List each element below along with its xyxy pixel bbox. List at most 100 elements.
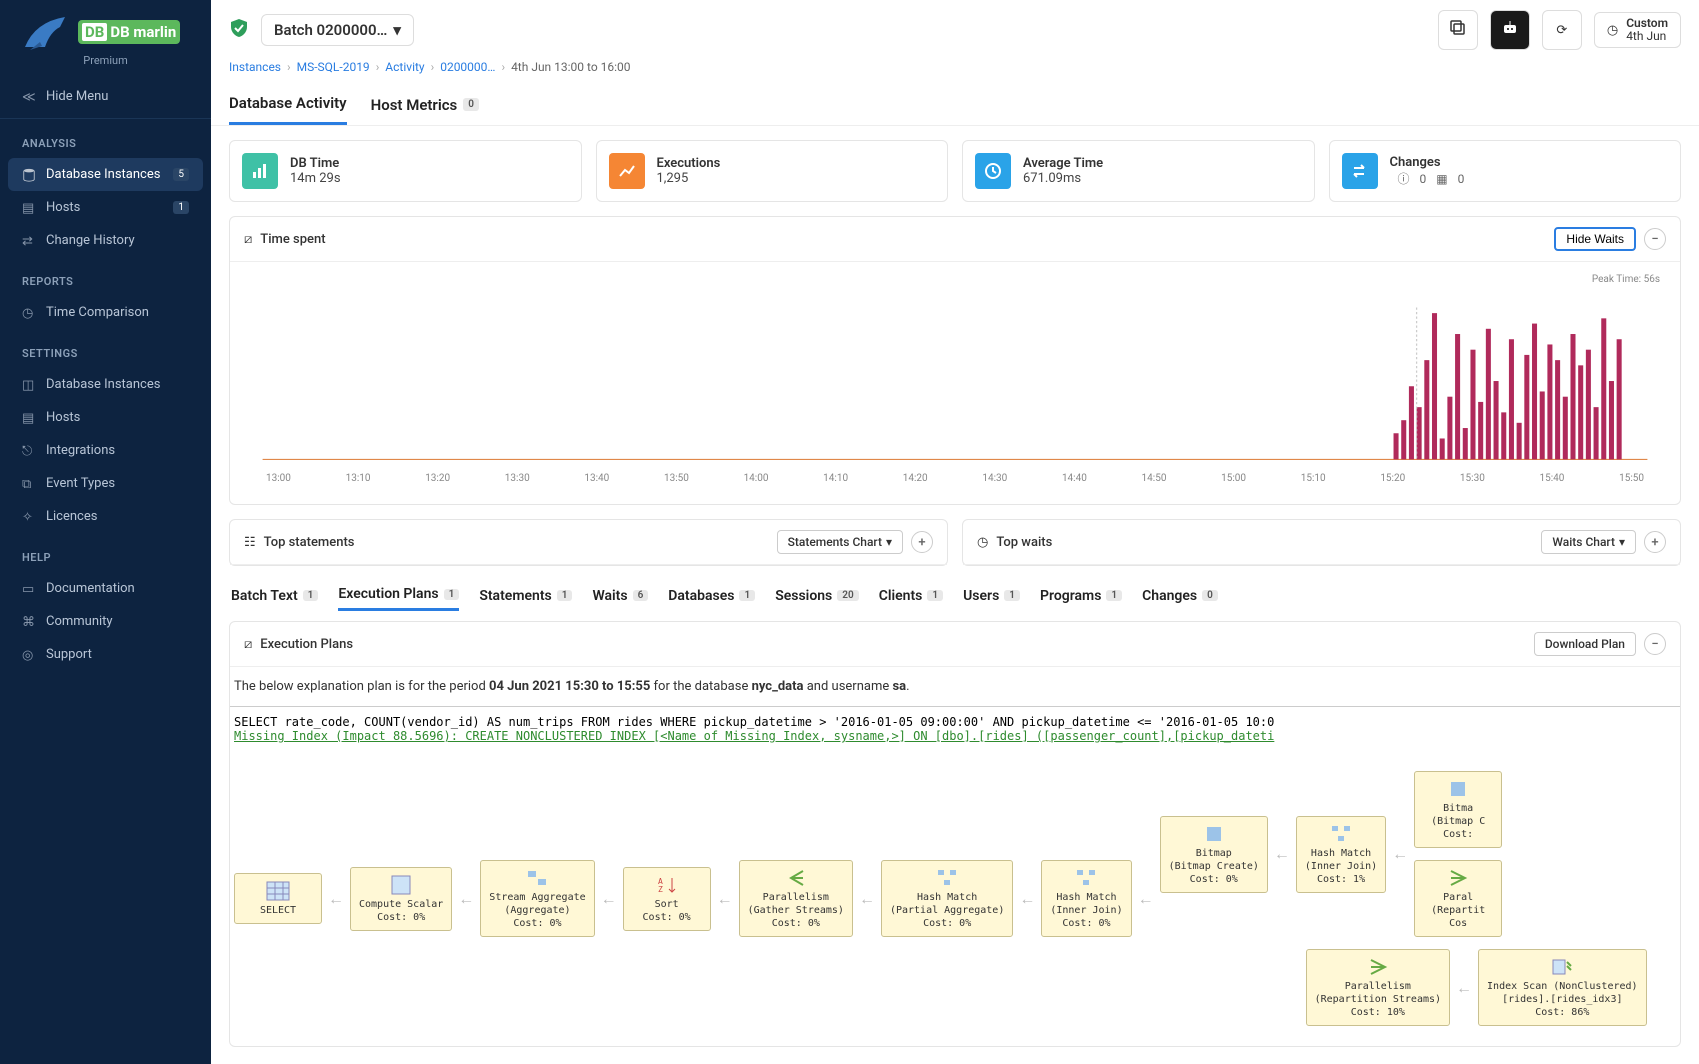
bc-mssql[interactable]: MS-SQL-2019: [297, 60, 370, 74]
panel-title: Time spent: [260, 232, 325, 247]
batch-selector[interactable]: Batch 0200000… ▾: [261, 14, 414, 46]
book-icon: ▭: [22, 582, 36, 596]
plan-node-bitmap1[interactable]: Bitmap(Bitmap Create)Cost: 0%: [1160, 816, 1268, 893]
breadcrumb: Instances› MS-SQL-2019› Activity› 020000…: [211, 60, 1699, 84]
bot-icon: [1500, 18, 1520, 42]
tab-waits[interactable]: Waits6: [592, 580, 648, 611]
xaxis-tick: 15:40: [1540, 473, 1565, 484]
sidebar-item-settings-db-instances[interactable]: ◫Database Instances: [0, 368, 211, 401]
tab-host-metrics[interactable]: Host Metrics0: [371, 84, 479, 125]
list-icon: ☷: [244, 535, 256, 550]
xaxis-tick: 15:50: [1619, 473, 1644, 484]
statements-chart-button[interactable]: Statements Chart▾: [777, 530, 903, 554]
tab-database-activity[interactable]: Database Activity: [229, 84, 347, 125]
tab-changes[interactable]: Changes0: [1142, 580, 1218, 611]
topbar: Batch 0200000… ▾ ⟳ ◷ Custom 4th Jun: [211, 0, 1699, 60]
collapse-button[interactable]: −: [1644, 228, 1666, 250]
bc-activity[interactable]: Activity: [385, 60, 424, 74]
bar-chart-icon: [242, 153, 278, 189]
plan-sql: SELECT rate_code, COUNT(vendor_id) AS nu…: [230, 706, 1680, 751]
caret-down-icon: ▾: [886, 535, 892, 549]
time-spent-panel: ⧄ Time spent Hide Waits − Peak Time: 56s…: [229, 216, 1681, 505]
plan-node-select[interactable]: SELECT: [234, 873, 322, 924]
top-waits-panel: ◷ Top waits Waits Chart▾ +: [962, 519, 1681, 566]
hide-waits-button[interactable]: Hide Waits: [1554, 227, 1636, 251]
sidebar-item-hosts[interactable]: ▤ Hosts 1: [0, 191, 211, 224]
xaxis-tick: 13:30: [505, 473, 530, 484]
swap-icon: [1342, 153, 1378, 189]
tab-users[interactable]: Users1: [963, 580, 1020, 611]
tag-icon: ⧉: [22, 477, 36, 491]
bc-batch[interactable]: 0200000…: [440, 60, 495, 74]
plan-node-hash-inner1[interactable]: Hash Match(Inner Join)Cost: 0%: [1041, 860, 1131, 937]
download-plan-button[interactable]: Download Plan: [1534, 632, 1636, 656]
sidebar-item-settings-hosts[interactable]: ▤Hosts: [0, 401, 211, 434]
xaxis-tick: 15:10: [1301, 473, 1326, 484]
stats-row: DB Time14m 29s Executions1,295 Average T…: [229, 140, 1681, 202]
sidebar-item-docs[interactable]: ▭Documentation: [0, 572, 211, 605]
sidebar-item-database-instances[interactable]: Database Instances 5: [8, 158, 203, 191]
caret-down-icon: ▾: [1619, 535, 1625, 549]
xaxis-tick: 14:20: [903, 473, 928, 484]
info-icon: ⓘ: [1398, 170, 1410, 187]
copy-icon: [1449, 19, 1467, 41]
xaxis-tick: 14:10: [823, 473, 848, 484]
collapse-button[interactable]: −: [1644, 633, 1666, 655]
plan-node-compute[interactable]: Compute ScalarCost: 0%: [350, 867, 452, 931]
sidebar-item-licences[interactable]: ✧Licences: [0, 500, 211, 533]
tab-programs[interactable]: Programs1: [1040, 580, 1122, 611]
marlin-logo-icon: [20, 12, 70, 52]
hide-menu-button[interactable]: ≪ Hide Menu: [0, 75, 211, 119]
copy-button[interactable]: [1438, 10, 1478, 50]
logo-area: DBDB marlin Premium: [0, 0, 211, 75]
refresh-button[interactable]: ⟳: [1542, 10, 1582, 50]
assistant-button[interactable]: [1490, 10, 1530, 50]
chevron-down-icon: ▾: [393, 21, 401, 39]
sidebar-item-integrations[interactable]: ⎋Integrations: [0, 434, 211, 467]
sidebar-item-support[interactable]: ◎Support: [0, 638, 211, 671]
plan-node-hash-partial[interactable]: Hash Match(Partial Aggregate)Cost: 0%: [881, 860, 1013, 937]
sidebar-item-time-comparison[interactable]: ◷ Time Comparison: [0, 296, 211, 329]
plan-node-stream[interactable]: Stream Aggregate(Aggregate)Cost: 0%: [480, 860, 594, 937]
xaxis-tick: 13:10: [346, 473, 371, 484]
plan-node-parallelism-repart2[interactable]: Paral(RepartitCos: [1414, 860, 1502, 937]
section-settings: SETTINGS: [0, 329, 211, 368]
plan-node-sort[interactable]: AZSortCost: 0%: [623, 867, 711, 931]
sidebar-item-event-types[interactable]: ⧉Event Types: [0, 467, 211, 500]
sidebar-item-community[interactable]: ⌘Community: [0, 605, 211, 638]
tab-clients[interactable]: Clients1: [879, 580, 943, 611]
main-content: Batch 0200000… ▾ ⟳ ◷ Custom 4th Jun Inst…: [211, 0, 1699, 1064]
expand-button[interactable]: +: [1644, 531, 1666, 553]
life-ring-icon: ◎: [22, 648, 36, 662]
plan-node-parallelism-gather[interactable]: Parallelism(Gather Streams)Cost: 0%: [739, 860, 853, 937]
bar-chart-icon: ⧄: [244, 232, 252, 247]
secondary-tabs: Batch Text1 Execution Plans1 Statements1 Wa…: [229, 580, 1681, 621]
plan-node-bitmap2[interactable]: Bitma(Bitmap CCost:: [1414, 771, 1502, 848]
clock-icon: ◷: [22, 306, 36, 320]
peak-time-label: Peak Time: 56s: [250, 274, 1660, 285]
xaxis-tick: 15:20: [1380, 473, 1405, 484]
time-range-selector[interactable]: ◷ Custom 4th Jun: [1594, 12, 1681, 48]
clock-icon: ◷: [1607, 23, 1618, 38]
tab-databases[interactable]: Databases1: [668, 580, 755, 611]
tab-execution-plans[interactable]: Execution Plans1: [338, 580, 459, 611]
plan-node-parallelism-repart[interactable]: Parallelism(Repartition Streams)Cost: 10…: [1306, 949, 1450, 1026]
clock-icon: [975, 153, 1011, 189]
plan-node-hash-inner2[interactable]: Hash Match(Inner Join)Cost: 1%: [1296, 816, 1386, 893]
section-analysis: ANALYSIS: [0, 119, 211, 158]
plug-icon: ⎋: [22, 444, 36, 458]
sidebar-item-change-history[interactable]: ⇄ Change History: [0, 224, 211, 257]
waits-chart-button[interactable]: Waits Chart▾: [1541, 530, 1636, 554]
tab-sessions[interactable]: Sessions20: [775, 580, 859, 611]
xaxis-tick: 13:00: [266, 473, 291, 484]
top-statements-panel: ☷ Top statements Statements Chart▾ +: [229, 519, 948, 566]
expand-button[interactable]: +: [911, 531, 933, 553]
plan-node-index-scan[interactable]: Index Scan (NonClustered)[rides].[rides_…: [1478, 949, 1647, 1026]
tab-batch-text[interactable]: Batch Text1: [231, 580, 318, 611]
database-icon: [22, 168, 36, 182]
swap-icon: ⇄: [22, 234, 36, 248]
bc-instances[interactable]: Instances: [229, 60, 281, 74]
xaxis-tick: 13:20: [425, 473, 450, 484]
tab-statements[interactable]: Statements1: [479, 580, 572, 611]
server-icon: ▤: [22, 201, 36, 215]
